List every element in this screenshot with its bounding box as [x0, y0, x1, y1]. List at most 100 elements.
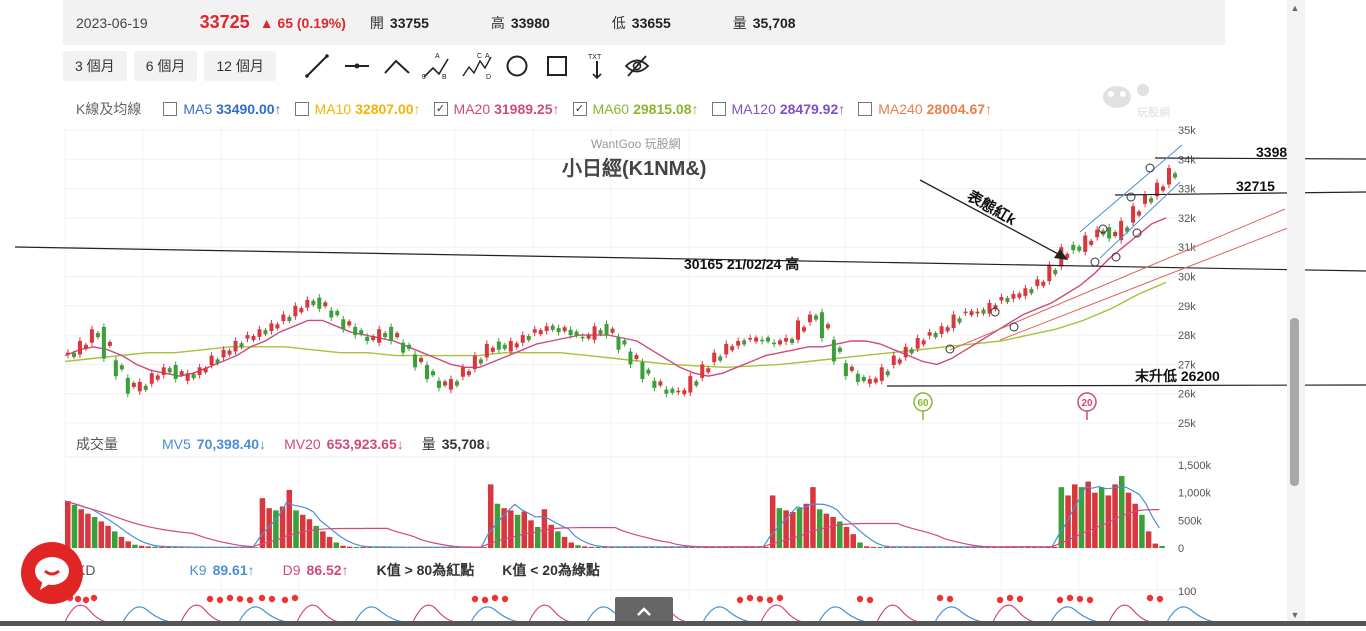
volume-tick-label: 1,500k [1178, 460, 1212, 472]
volume-bar [595, 546, 601, 548]
candle-body [915, 338, 920, 349]
scrollbar-thumb[interactable] [1290, 318, 1299, 486]
candle-body [508, 340, 513, 352]
candle-body [245, 335, 250, 339]
candle-body [520, 335, 525, 343]
volume-bar [575, 545, 581, 548]
candle-body [329, 310, 334, 318]
candle-body [718, 356, 723, 361]
page-scrollbar[interactable] [1287, 0, 1305, 626]
scroll-down-icon[interactable]: ▼ [1289, 610, 1301, 620]
candle-body [1143, 194, 1148, 204]
candle-body [796, 320, 801, 340]
kd-red-dot [471, 595, 479, 603]
candle-body [1107, 227, 1112, 239]
candle-body [251, 335, 256, 341]
watermark-site: WantGoo 玩股網 [591, 137, 681, 151]
candle-body [885, 371, 890, 376]
volume-bar [863, 546, 870, 548]
candle-body [1011, 294, 1016, 299]
candle-body [365, 336, 370, 341]
candle-body [215, 359, 220, 364]
candle-body [807, 314, 812, 323]
ma60-cross-badge-text: 60 [917, 398, 929, 409]
volume-bar [1112, 484, 1118, 548]
price-tick-label: 34k [1178, 154, 1196, 166]
candle-body [281, 314, 286, 322]
candle-body [861, 376, 866, 382]
scroll-up-icon[interactable]: ▲ [1289, 3, 1301, 13]
volume-bar [1152, 543, 1159, 548]
candle-body [813, 315, 818, 320]
kd-red-dot [996, 596, 1004, 604]
kd-red-dot [1146, 594, 1154, 602]
candle-body [227, 350, 232, 355]
volume-bar [1159, 546, 1165, 548]
candle-body [927, 332, 932, 336]
mv20-label: MV20 [284, 436, 321, 452]
volume-bars [64, 476, 1165, 548]
candle-body [562, 327, 567, 332]
kd-red-dot [776, 594, 784, 602]
volume-bar [125, 541, 131, 548]
kd-curve [64, 604, 114, 623]
candle-body [670, 388, 675, 393]
kd-red-dot [501, 595, 509, 603]
price-tick-label: 29k [1178, 301, 1196, 313]
candle-body [538, 330, 543, 335]
volume-bar [870, 546, 877, 548]
candle-body [389, 326, 394, 341]
candle-body [897, 359, 902, 364]
candle-body [502, 344, 507, 349]
candle-body [772, 342, 777, 345]
candle-body [77, 340, 82, 355]
candle-body [628, 351, 633, 365]
candle-body [945, 327, 950, 332]
candle-body [239, 343, 244, 348]
candle-body [179, 371, 184, 376]
candle-body [724, 343, 729, 355]
volume-bar [1145, 531, 1152, 548]
volume-bar [487, 484, 494, 548]
volume-bar [528, 520, 534, 548]
swing-marker [1009, 322, 1019, 332]
volume-bar [105, 525, 111, 548]
candle-body [592, 326, 597, 340]
candle-body [1095, 229, 1100, 238]
candle-body [442, 381, 447, 386]
volume-bar [1085, 481, 1091, 548]
candle-body [407, 344, 412, 349]
volume-bar [561, 536, 568, 548]
volume-bar [360, 546, 366, 548]
volume-bar [1058, 487, 1065, 548]
kd-red-dot [756, 595, 764, 603]
kd-red-dot [216, 596, 224, 604]
candle-body [221, 349, 226, 358]
volume-bar [810, 487, 816, 548]
candle-body [694, 381, 699, 386]
candle-body [790, 338, 795, 344]
kd-red-dot [226, 594, 234, 602]
volume-bar [843, 526, 850, 548]
candle-body [466, 371, 471, 376]
kd-curve [876, 604, 926, 623]
candle-body [209, 355, 214, 365]
candle-body [1041, 281, 1046, 286]
candle-body [1149, 198, 1154, 203]
kd-red-dot [281, 596, 289, 604]
candle-body [688, 376, 693, 393]
candle-body [640, 362, 645, 380]
candle-body [1083, 235, 1088, 252]
kd-curve [760, 604, 810, 623]
price-tick-label: 25k [1178, 418, 1196, 430]
candle-body [478, 359, 483, 364]
chat-button[interactable] [21, 542, 83, 604]
logo-text: 玩股網 [1137, 107, 1170, 119]
candle-body [425, 364, 430, 380]
candle-body [514, 343, 519, 348]
bottom-edge-bar [0, 621, 1366, 626]
candle-body [161, 367, 166, 375]
volume-bar [293, 510, 299, 548]
kd-curve [238, 606, 288, 623]
swing-marker [1145, 163, 1155, 173]
